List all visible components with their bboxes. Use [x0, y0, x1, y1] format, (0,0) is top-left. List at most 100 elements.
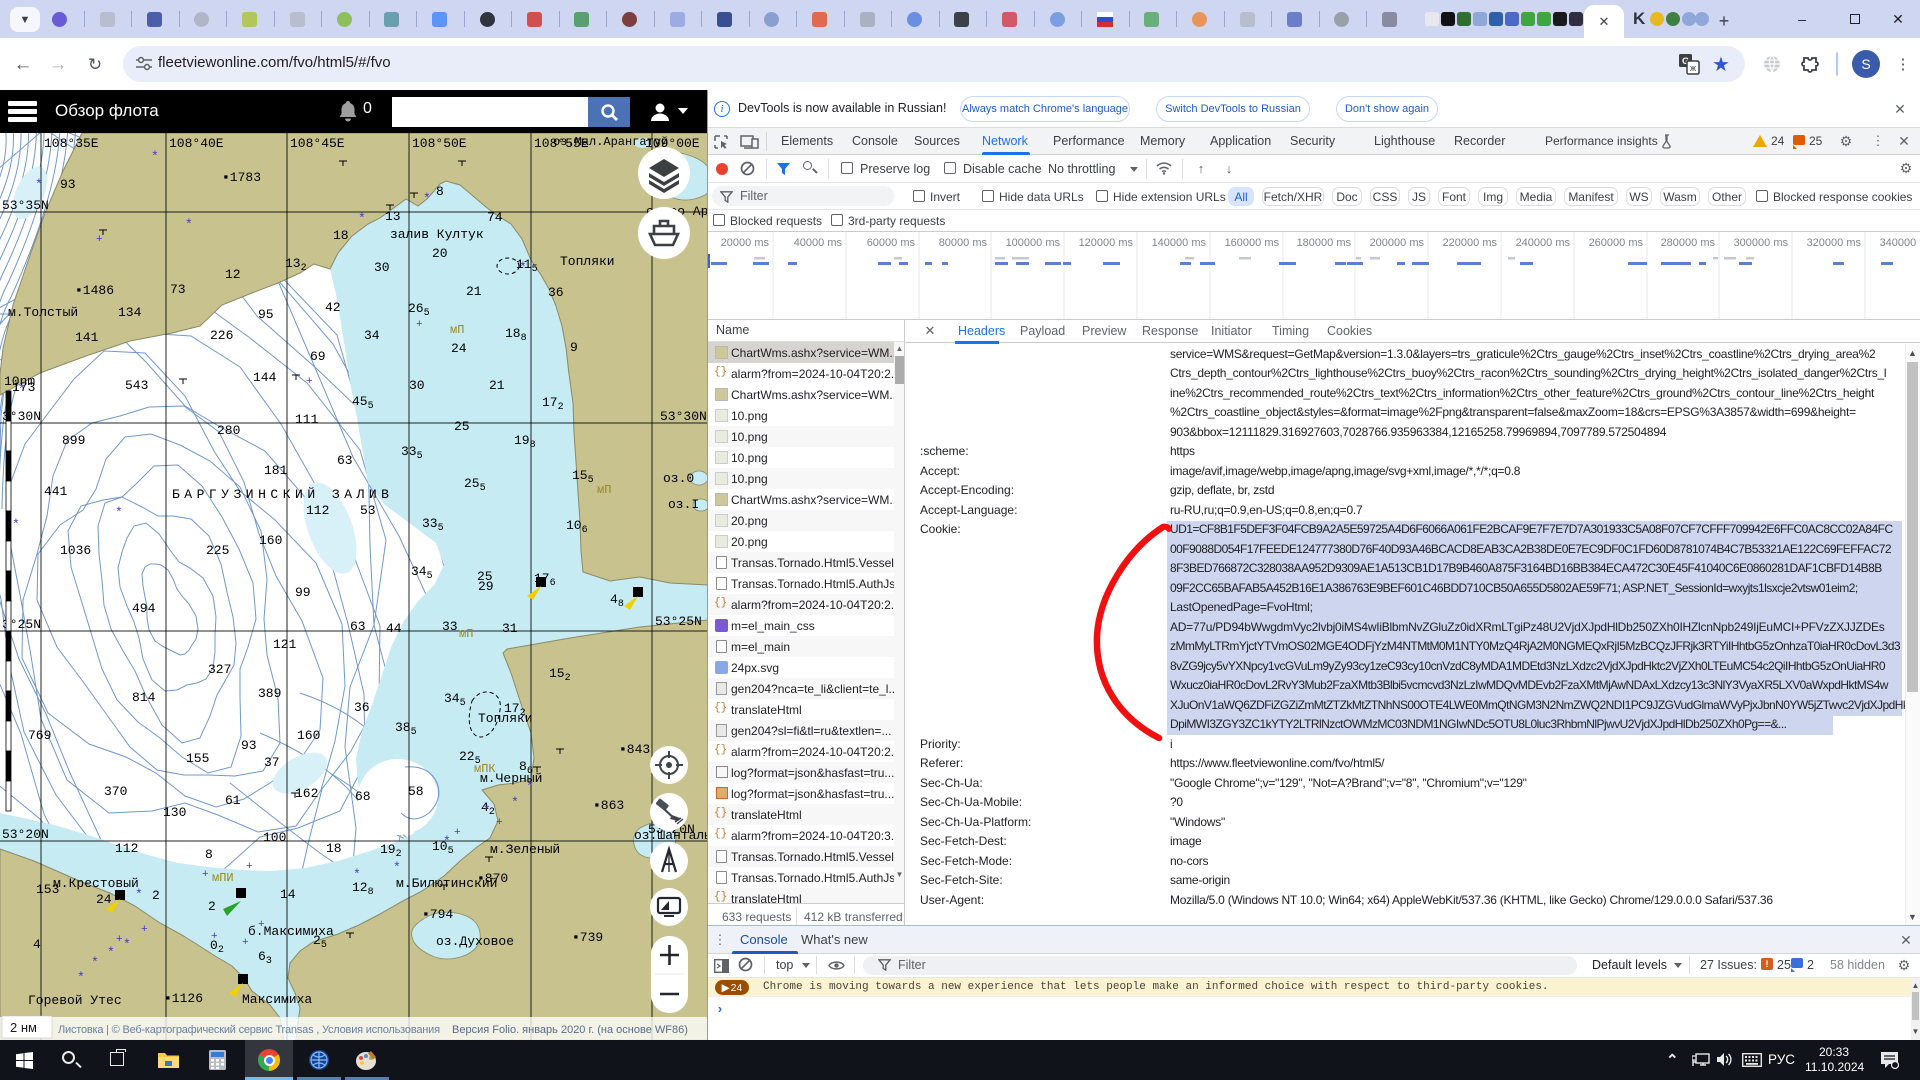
svg-text:120000 ms: 120000 ms: [1079, 237, 1134, 249]
svg-text:Листовка | © Веб-картографичес: Листовка | © Веб-картографический сервис…: [58, 1024, 440, 1036]
svg-text:99: 99: [295, 585, 311, 600]
svg-text:31: 31: [502, 621, 518, 636]
svg-text:58: 58: [408, 784, 424, 799]
svg-text:63: 63: [350, 619, 366, 634]
svg-text:24: 24: [451, 341, 467, 356]
svg-text:+: +: [306, 376, 313, 388]
svg-text:14: 14: [280, 887, 296, 902]
svg-text:112: 112: [306, 503, 329, 518]
svg-text:111: 111: [295, 412, 319, 427]
svg-text:134: 134: [118, 305, 142, 320]
svg-text:▪1783: ▪1783: [222, 170, 261, 185]
svg-text:29: 29: [478, 579, 494, 594]
svg-text:108°40E: 108°40E: [169, 136, 224, 151]
svg-text:12: 12: [225, 267, 241, 282]
svg-text:*: *: [123, 937, 131, 952]
svg-text:залив Култук: залив Култук: [390, 227, 484, 242]
svg-text:44: 44: [386, 621, 402, 636]
svg-text:180000 ms: 180000 ms: [1297, 237, 1352, 249]
svg-text:+: +: [211, 931, 218, 943]
svg-text:53°25N: 53°25N: [655, 614, 702, 629]
svg-text:▪870: ▪870: [477, 871, 508, 886]
svg-text:441: 441: [44, 484, 68, 499]
svg-text:Топляки: Топляки: [478, 711, 533, 726]
svg-text:155: 155: [186, 751, 209, 766]
svg-text:*: *: [353, 867, 361, 882]
svg-text:33: 33: [442, 619, 458, 634]
svg-text:370: 370: [104, 784, 127, 799]
svg-text:*: *: [35, 177, 43, 192]
svg-text:1036: 1036: [60, 543, 91, 558]
svg-text:280: 280: [217, 423, 240, 438]
svg-text:оз.I: оз.I: [668, 497, 699, 512]
svg-text:53: 53: [360, 503, 376, 518]
svg-text:108°35E: 108°35E: [44, 136, 99, 151]
svg-text:оз.0: оз.0: [663, 471, 694, 486]
svg-text:13: 13: [385, 209, 401, 224]
svg-text:ж: ж: [1690, 63, 1696, 73]
svg-text:*: *: [526, 779, 534, 794]
svg-text:95: 95: [258, 307, 274, 322]
svg-text:21: 21: [489, 378, 505, 393]
svg-text:160: 160: [297, 728, 320, 743]
svg-text:80000 ms: 80000 ms: [939, 237, 988, 249]
svg-text:+: +: [141, 924, 148, 936]
svg-text:63: 63: [337, 453, 353, 468]
svg-text:100: 100: [263, 830, 286, 845]
svg-text:+: +: [416, 319, 423, 331]
svg-text:▪1126: ▪1126: [164, 991, 203, 1006]
svg-text:74: 74: [487, 210, 503, 225]
svg-text:9: 9: [570, 340, 578, 355]
svg-text:141: 141: [75, 330, 99, 345]
svg-text:280000 ms: 280000 ms: [1661, 237, 1716, 249]
svg-text:+: +: [202, 869, 209, 881]
svg-text:8: 8: [205, 847, 213, 862]
svg-text:53°35N: 53°35N: [2, 198, 49, 213]
svg-text:225: 225: [206, 543, 229, 558]
svg-text:40000 ms: 40000 ms: [794, 237, 843, 249]
svg-text:*: *: [393, 860, 401, 875]
svg-text:+: +: [454, 827, 461, 839]
svg-text:*: *: [519, 260, 527, 275]
svg-text:226: 226: [210, 328, 233, 343]
svg-text:30: 30: [374, 260, 390, 275]
svg-text:240000 ms: 240000 ms: [1516, 237, 1571, 249]
svg-text:220000 ms: 220000 ms: [1443, 237, 1498, 249]
svg-text:*: *: [115, 505, 123, 520]
svg-text:мП: мП: [450, 323, 464, 337]
svg-text:340000 ms: 340000 ms: [1880, 237, 1920, 249]
svg-text:2: 2: [208, 899, 216, 914]
svg-text:18: 18: [326, 841, 342, 856]
svg-text:389: 389: [258, 686, 281, 701]
svg-text:оз.Духовое: оз.Духовое: [436, 934, 514, 949]
svg-text:20: 20: [432, 246, 448, 261]
svg-text:4: 4: [33, 937, 41, 952]
svg-text:мП: мП: [597, 483, 611, 497]
svg-text:*: *: [91, 955, 99, 970]
svg-text:112: 112: [115, 841, 138, 856]
svg-text:*: *: [483, 803, 491, 818]
svg-text:899: 899: [62, 433, 85, 448]
svg-text:69: 69: [310, 349, 326, 364]
svg-text:мПИ: мПИ: [212, 871, 234, 885]
svg-text:73: 73: [170, 282, 186, 297]
svg-text:320000 ms: 320000 ms: [1807, 237, 1862, 249]
svg-text:42: 42: [325, 300, 341, 315]
svg-text:68: 68: [355, 789, 371, 804]
svg-text:100000 ms: 100000 ms: [1006, 237, 1061, 249]
svg-text:130: 130: [163, 805, 186, 820]
svg-text:10nm: 10nm: [4, 374, 35, 389]
svg-text:▪794: ▪794: [422, 907, 453, 922]
svg-text:181: 181: [264, 463, 288, 478]
svg-text:108°50E: 108°50E: [412, 136, 467, 151]
svg-text:*: *: [443, 834, 451, 849]
svg-text:Топляки: Топляки: [560, 254, 615, 269]
svg-text:121: 121: [273, 637, 297, 652]
svg-text:Горевой Утес: Горевой Утес: [28, 993, 122, 1008]
svg-text:*: *: [185, 217, 193, 232]
svg-text:61: 61: [225, 793, 241, 808]
svg-text:*: *: [151, 149, 159, 164]
svg-text:▪843: ▪843: [619, 742, 650, 757]
svg-text:*: *: [135, 887, 143, 902]
svg-text:769: 769: [28, 728, 51, 743]
